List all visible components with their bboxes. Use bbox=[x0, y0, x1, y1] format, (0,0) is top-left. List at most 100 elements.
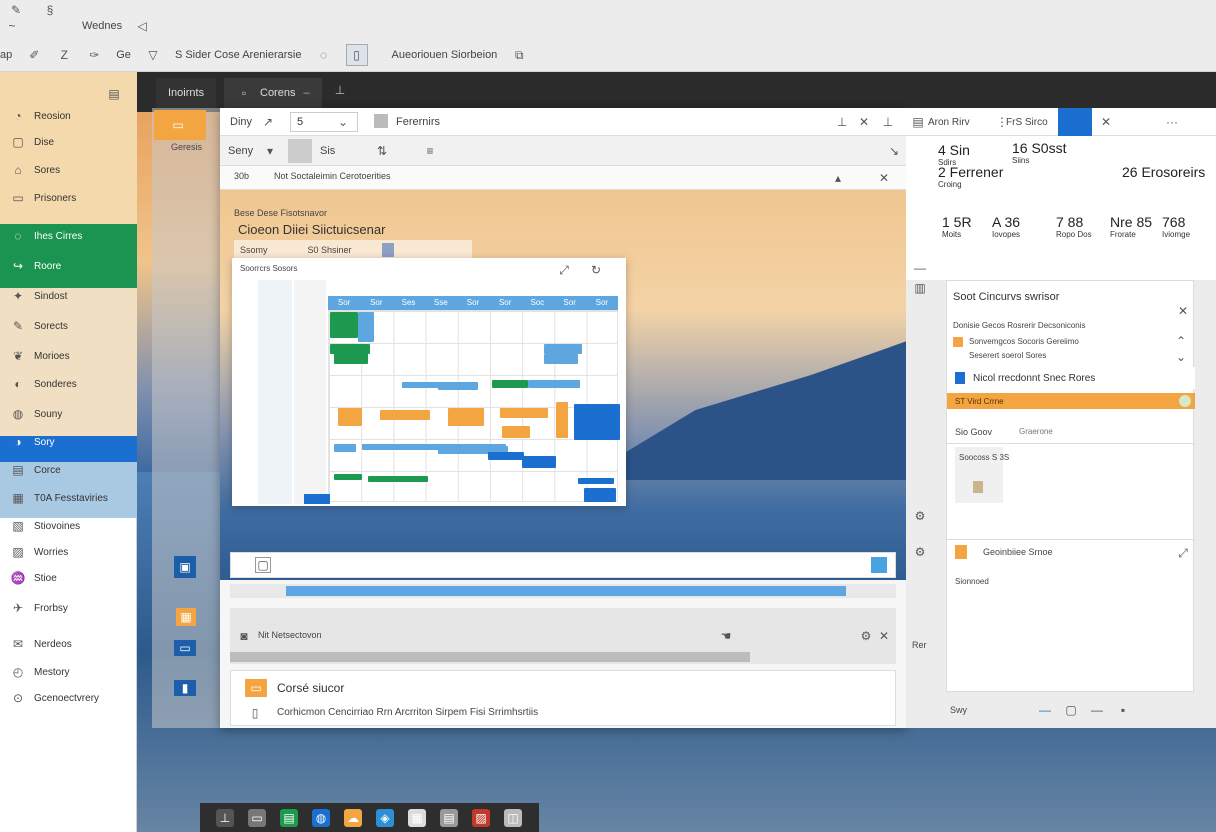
sidebar-item[interactable]: ✎ Sorects bbox=[10, 318, 68, 334]
calendar-event[interactable] bbox=[334, 352, 368, 364]
sidebar-item[interactable]: ▦ T0A Fesstaviries bbox=[10, 490, 108, 506]
sidebar-item[interactable]: ▤ Corce bbox=[10, 462, 60, 478]
calendar-event[interactable] bbox=[338, 408, 362, 426]
more-icon[interactable]: ··· bbox=[1154, 114, 1190, 130]
stat-tile[interactable]: 7 88 Ropo Dos bbox=[1056, 214, 1092, 239]
close-icon[interactable]: ✕ bbox=[856, 114, 872, 130]
sidebar-item[interactable]: ◔ Reosion bbox=[10, 108, 70, 124]
minus-icon[interactable]: — bbox=[1089, 702, 1105, 718]
list-icon[interactable]: ▤ bbox=[910, 114, 926, 130]
calendar-event[interactable] bbox=[544, 354, 578, 364]
dropdown-icon[interactable]: ▾ bbox=[262, 143, 278, 159]
checkbox-icon[interactable] bbox=[374, 114, 388, 128]
card-thumbnail[interactable]: Soocoss S 3S bbox=[955, 447, 1009, 503]
progress-track[interactable] bbox=[230, 584, 896, 598]
image-icon[interactable]: ▦ bbox=[176, 608, 196, 626]
media-icon[interactable]: ▤ bbox=[440, 808, 458, 827]
folder-icon[interactable]: ▭ bbox=[248, 808, 266, 827]
fullscreen-icon[interactable] bbox=[871, 557, 887, 573]
sidebar-item[interactable]: ⌂ Sores bbox=[10, 162, 60, 178]
settings-icon[interactable]: ◫ bbox=[504, 808, 522, 827]
lasso-icon[interactable]: ◌ bbox=[316, 47, 332, 63]
spreadsheet-icon[interactable]: ▤ bbox=[280, 808, 298, 827]
brush-icon[interactable]: ✐ bbox=[26, 47, 42, 63]
zigzag-icon[interactable]: Z bbox=[56, 47, 72, 63]
sidebar-item[interactable]: ✈ Frorbsy bbox=[10, 600, 68, 616]
chip-label[interactable]: Ssomy bbox=[240, 245, 268, 255]
calendar-event[interactable] bbox=[544, 344, 582, 354]
calendar-event[interactable] bbox=[522, 456, 556, 468]
stat-tile[interactable]: 26 Erosoreirs bbox=[1122, 164, 1205, 180]
browser-icon[interactable]: ◍ bbox=[312, 808, 330, 827]
bookmark-icon[interactable]: ▥ bbox=[912, 280, 928, 296]
close-icon[interactable]: ✕ bbox=[876, 628, 892, 644]
close-icon[interactable]: ✕ bbox=[1098, 114, 1114, 130]
notes-icon[interactable]: ☁ bbox=[344, 808, 362, 827]
list-icon[interactable]: ≡ bbox=[422, 143, 438, 159]
card-highlight-row[interactable]: Nicol rrecdonnt Snec Rores bbox=[947, 367, 1195, 389]
filter-icon[interactable]: ▽ bbox=[145, 47, 161, 63]
calendar-event[interactable] bbox=[334, 474, 362, 480]
pencil-icon[interactable]: ✎ bbox=[8, 2, 24, 18]
stat-tile[interactable]: Nre 85 Frorate bbox=[1110, 214, 1152, 239]
back-arrow-icon[interactable]: ◁ bbox=[134, 18, 150, 34]
desktop-folder-icon[interactable]: ▭ bbox=[154, 110, 206, 140]
hand-icon[interactable]: ☚ bbox=[718, 628, 734, 644]
chip-icon[interactable] bbox=[381, 243, 394, 257]
file-row[interactable]: ▭ Corsé siucor ▯ Corhicmon Cencirriao Rr… bbox=[230, 670, 896, 726]
minus-icon[interactable]: — bbox=[912, 260, 928, 276]
sidebar-item[interactable]: ◌ Ihes Cirres bbox=[10, 228, 82, 244]
resize-icon[interactable]: ↘ bbox=[886, 143, 902, 159]
stat-tile[interactable]: 16 S0sst Siins bbox=[1012, 140, 1066, 165]
refresh-icon[interactable]: ↻ bbox=[588, 262, 604, 278]
files-icon[interactable]: ◈ bbox=[376, 808, 394, 827]
checkbox-icon[interactable]: ▢ bbox=[1063, 702, 1079, 718]
calendar-event[interactable] bbox=[574, 404, 620, 440]
calendar-event[interactable] bbox=[488, 452, 524, 460]
folders-icon[interactable]: ⧉ bbox=[511, 47, 527, 63]
save-icon[interactable]: ▪ bbox=[1115, 702, 1131, 718]
sidebar-item[interactable]: ▭ Prisoners bbox=[10, 190, 76, 206]
tab-aron-rirv[interactable]: Aron Rirv bbox=[928, 117, 970, 128]
page-field[interactable]: 5 ⌄ bbox=[290, 112, 358, 132]
sidebar-item[interactable]: ▨ Worries bbox=[10, 544, 68, 560]
arrow-icon[interactable]: ↗ bbox=[260, 114, 276, 130]
sidebar-item[interactable]: ↪ Roore bbox=[10, 258, 61, 274]
calendar-event[interactable] bbox=[448, 408, 484, 426]
calendar-event[interactable] bbox=[438, 382, 478, 390]
sidebar-item[interactable]: ◴ Mestory bbox=[10, 664, 70, 680]
photos-icon[interactable]: ▨ bbox=[472, 808, 490, 827]
dropdown-icon[interactable]: ▴ bbox=[830, 170, 846, 186]
pin-icon[interactable]: ⊥ bbox=[332, 82, 348, 98]
camera-icon[interactable]: ◙ bbox=[236, 628, 252, 644]
sidebar-item[interactable]: ♒ Stioe bbox=[10, 570, 57, 586]
calendar-event[interactable] bbox=[492, 380, 528, 388]
sidebar-item[interactable]: ✦ Sindost bbox=[10, 288, 67, 304]
sidebar-item[interactable]: ✉ Nerdeos bbox=[10, 636, 72, 652]
close-icon[interactable]: ✕ bbox=[1175, 303, 1191, 319]
settings-icon[interactable]: ⚙ bbox=[858, 628, 874, 644]
calendar-event[interactable] bbox=[500, 408, 548, 418]
minus-icon[interactable]: ~ bbox=[4, 18, 20, 34]
pin-icon[interactable]: ⊥ bbox=[880, 114, 896, 130]
active-tab-indicator[interactable] bbox=[1058, 108, 1092, 136]
explorer-icon[interactable]: ⊥ bbox=[216, 808, 234, 827]
sidebar-item[interactable]: ◑ Sory bbox=[10, 434, 54, 450]
chevron-icon[interactable]: ⌃ bbox=[1173, 333, 1189, 349]
chip-label[interactable]: S0 Shsiner bbox=[308, 245, 352, 255]
terminal-icon[interactable]: ▦ bbox=[408, 808, 426, 827]
link-icon[interactable]: — bbox=[1037, 702, 1053, 718]
id-icon[interactable]: ▮ bbox=[174, 680, 196, 696]
stat-tile[interactable]: 1 5R Moits bbox=[942, 214, 972, 239]
view-toggle-icon[interactable] bbox=[288, 139, 312, 163]
edit-icon[interactable]: ✑ bbox=[86, 47, 102, 63]
expand-icon[interactable]: ⤢ bbox=[556, 262, 572, 278]
sidebar-item[interactable]: ◍ Souny bbox=[10, 406, 63, 422]
dollar-icon[interactable]: § bbox=[42, 2, 58, 18]
calendar-event[interactable] bbox=[584, 488, 616, 502]
stat-tile[interactable]: 2 Ferrener Croing bbox=[938, 164, 1003, 189]
tab-frs-sirco[interactable]: FrS Sirco bbox=[1006, 117, 1048, 128]
window-icon[interactable]: ▣ bbox=[174, 556, 196, 578]
address-bar[interactable]: 30b Not Soctaleimin Cerotoerities ▴ ✕ bbox=[220, 166, 906, 190]
tab-inoirnts[interactable]: Inoirnts bbox=[156, 78, 217, 108]
